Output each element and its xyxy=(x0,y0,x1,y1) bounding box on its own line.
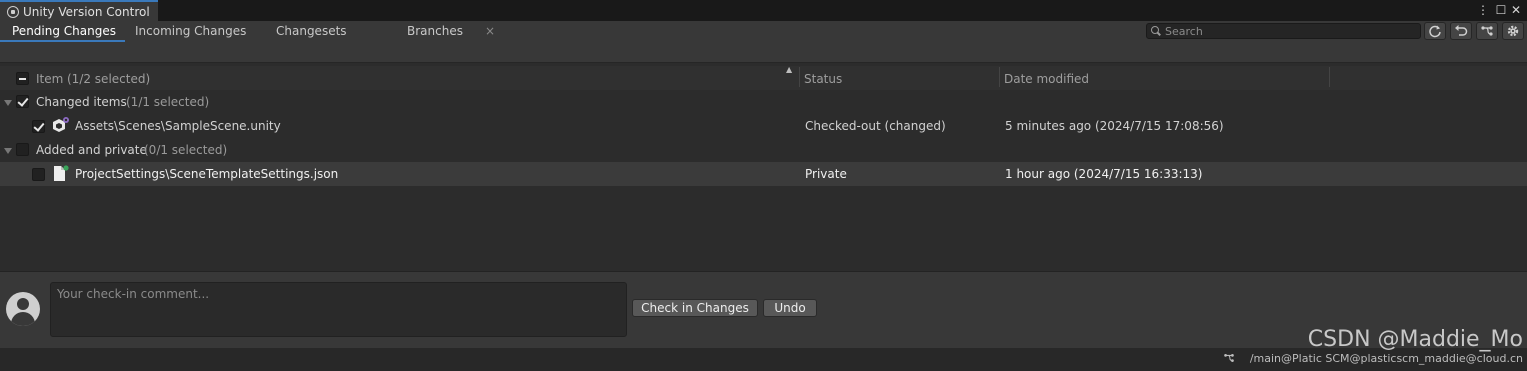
branch-icon xyxy=(1481,26,1493,36)
header-item[interactable]: Item xyxy=(36,72,63,86)
group-label: Changed items xyxy=(36,95,127,109)
branch-icon xyxy=(1223,352,1235,367)
item-checkbox[interactable] xyxy=(32,120,45,133)
checkin-comment-field[interactable] xyxy=(50,282,627,337)
unity-scene-icon xyxy=(51,116,71,136)
group-checkbox[interactable] xyxy=(16,95,29,108)
group-checkbox[interactable] xyxy=(16,143,29,156)
item-status: Private xyxy=(805,167,847,181)
close-icon[interactable]: ✕ xyxy=(1509,2,1523,18)
secondary-toolbar xyxy=(0,42,1527,63)
refresh-icon xyxy=(1429,25,1441,38)
collapse-arrow-icon[interactable] xyxy=(4,100,12,106)
undo-icon xyxy=(1455,25,1468,36)
tab-branches-close-icon[interactable]: × xyxy=(485,21,495,42)
sort-ascending-icon: ▲ xyxy=(786,65,793,74)
group-row-changed-items[interactable]: Changed items (1/1 selected) xyxy=(0,90,1527,114)
column-divider[interactable] xyxy=(999,67,1000,87)
watermark: CSDN @Maddie_Mo xyxy=(1307,327,1523,352)
workspace-location[interactable]: /main@Platic SCM@plasticscm_maddie@cloud… xyxy=(1250,352,1523,365)
column-divider[interactable] xyxy=(799,67,800,87)
more-options-icon[interactable]: ⋮ xyxy=(1476,2,1490,18)
search-icon xyxy=(1151,26,1159,34)
tab-changesets[interactable]: Changesets xyxy=(276,21,347,42)
header-date-modified[interactable]: Date modified xyxy=(1004,72,1089,86)
item-date: 1 hour ago (2024/7/15 16:33:13) xyxy=(1005,167,1203,181)
unity-vcs-icon xyxy=(7,6,19,18)
gear-icon xyxy=(1507,25,1519,37)
header-status[interactable]: Status xyxy=(804,72,842,86)
settings-button[interactable] xyxy=(1502,22,1524,40)
branch-options-button[interactable] xyxy=(1476,22,1498,40)
group-count: (1/1 selected) xyxy=(126,95,210,109)
tab-pending-changes[interactable]: Pending Changes xyxy=(12,21,116,42)
avatar-body xyxy=(11,312,35,326)
group-count: (0/1 selected) xyxy=(144,143,228,157)
item-status: Checked-out (changed) xyxy=(805,119,946,133)
window-tab[interactable]: Unity Version Control xyxy=(0,0,158,21)
item-date: 5 minutes ago (2024/7/15 17:08:56) xyxy=(1005,119,1224,133)
table-row[interactable]: ProjectSettings\SceneTemplateSettings.js… xyxy=(0,162,1527,186)
collapse-arrow-icon[interactable] xyxy=(4,148,12,154)
refresh-button[interactable] xyxy=(1424,22,1446,40)
group-label: Added and private xyxy=(36,143,147,157)
search-box[interactable] xyxy=(1146,23,1421,39)
file-icon xyxy=(53,165,69,183)
column-divider[interactable] xyxy=(1329,67,1330,87)
tab-branches[interactable]: Branches xyxy=(407,21,463,42)
window-title: Unity Version Control xyxy=(23,5,150,19)
table-header: Item (1/2 selected) ▲ Status Date modifi… xyxy=(0,65,1527,90)
header-item-count: (1/2 selected) xyxy=(67,72,151,86)
item-path: ProjectSettings\SceneTemplateSettings.js… xyxy=(75,167,339,181)
status-bar: /main@Platic SCM@plasticscm_maddie@cloud… xyxy=(0,348,1527,371)
item-checkbox[interactable] xyxy=(32,168,45,181)
select-all-checkbox[interactable] xyxy=(16,72,29,85)
group-row-added-and-private[interactable]: Added and private (0/1 selected) xyxy=(0,138,1527,162)
search-input[interactable] xyxy=(1165,24,1415,38)
tab-incoming-changes[interactable]: Incoming Changes xyxy=(135,21,246,42)
maximize-icon[interactable]: ☐ xyxy=(1494,2,1508,18)
avatar-head xyxy=(17,298,29,310)
window-titlebar xyxy=(0,0,1527,22)
undo-button[interactable]: Undo xyxy=(763,299,817,317)
item-path: Assets\Scenes\SampleScene.unity xyxy=(75,119,281,133)
undo-changes-button[interactable] xyxy=(1450,22,1472,40)
table-row[interactable]: Assets\Scenes\SampleScene.unity Checked-… xyxy=(0,114,1527,138)
check-in-changes-button[interactable]: Check in Changes xyxy=(632,299,758,317)
avatar xyxy=(6,292,40,326)
